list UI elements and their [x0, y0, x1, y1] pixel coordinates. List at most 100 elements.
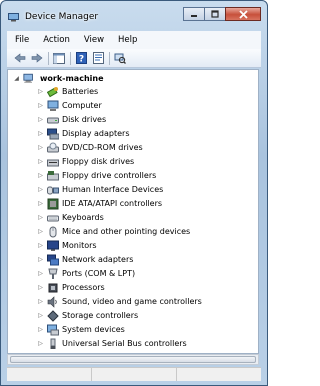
- close-icon: [238, 9, 248, 19]
- tree-expander[interactable]: ▷: [36, 337, 45, 350]
- tree-expander[interactable]: ▷: [36, 211, 45, 224]
- tree-expander[interactable]: ▷: [36, 155, 45, 168]
- computer-icon: [47, 100, 59, 112]
- properties-icon: [92, 52, 104, 64]
- tree-item-storage-controllers[interactable]: ▷ Storage controllers: [36, 309, 138, 322]
- device-manager-window: Device Manager File Action View Help ? ◢…: [0, 0, 268, 386]
- tree-item-label: Network adapters: [62, 255, 134, 264]
- hid-icon: [47, 184, 59, 196]
- network-adapter-icon: [47, 254, 59, 266]
- horizontal-scrollbar[interactable]: [7, 354, 259, 365]
- show-hide-console-tree-button[interactable]: [52, 51, 66, 65]
- console-tree-icon: [53, 52, 65, 64]
- tree-expander[interactable]: ▷: [36, 197, 45, 210]
- menu-file[interactable]: File: [7, 31, 35, 49]
- scan-for-hardware-changes-button[interactable]: [113, 51, 127, 65]
- tree-expander[interactable]: ▷: [36, 183, 45, 196]
- tree-item-sound-video-and-game-controllers[interactable]: ▷ Sound, video and game controllers: [36, 295, 202, 308]
- tree-expander[interactable]: ▷: [36, 141, 45, 154]
- status-pane: [92, 368, 177, 381]
- tree-item-label: Processors: [62, 283, 105, 292]
- scan-hardware-icon: [114, 53, 126, 64]
- tree-item-ide-ata-atapi-controllers[interactable]: ▷ IDE ATA/ATAPI controllers: [36, 197, 162, 210]
- tree-item-label: Monitors: [62, 241, 97, 250]
- menu-view[interactable]: View: [76, 31, 110, 49]
- tree-item-dvd-cd-rom-drives[interactable]: ▷ DVD/CD-ROM drives: [36, 141, 143, 154]
- tree-expander[interactable]: ▷: [36, 99, 45, 112]
- tree-item-label: IDE ATA/ATAPI controllers: [62, 199, 163, 208]
- monitor-icon: [47, 240, 59, 252]
- back-arrow-icon: [14, 53, 26, 63]
- forward-button[interactable]: [30, 51, 44, 65]
- minimize-button[interactable]: [183, 7, 205, 21]
- tree-item-floppy-drive-controllers[interactable]: ▷ Floppy drive controllers: [36, 169, 156, 182]
- tree-expander[interactable]: ▷: [36, 85, 45, 98]
- mouse-icon: [47, 226, 59, 238]
- tree-item-universal-serial-bus-controllers[interactable]: ▷ Universal Serial Bus controllers: [36, 337, 187, 350]
- sound-icon: [47, 295, 59, 308]
- status-pane: [7, 368, 92, 381]
- tree-item-label: Keyboards: [62, 213, 104, 222]
- toolbar-separator: [109, 51, 110, 65]
- tree-item-ports-com-lpt[interactable]: ▷ Ports (COM & LPT): [36, 267, 135, 280]
- svg-text:?: ?: [78, 55, 83, 65]
- menu-help[interactable]: Help: [110, 31, 143, 49]
- tree-item-human-interface-devices[interactable]: ▷ Human Interface Devices: [36, 183, 163, 196]
- tree-expander-expanded[interactable]: ◢: [12, 72, 21, 85]
- tree-item-processors[interactable]: ▷ Processors: [36, 281, 105, 294]
- tree-item-monitors[interactable]: ▷ Monitors: [36, 239, 97, 252]
- tree-item-label: Floppy drive controllers: [62, 171, 157, 180]
- status-pane: [177, 368, 261, 381]
- floppy-drive-icon: [47, 156, 59, 168]
- ide-controller-icon: [47, 198, 59, 210]
- device-manager-app-icon[interactable]: [8, 13, 19, 22]
- tree-expander[interactable]: ▷: [36, 253, 45, 266]
- tree-item-label: Computer: [62, 101, 102, 110]
- floppy-controller-icon: [47, 170, 59, 182]
- tree-expander[interactable]: ▷: [36, 169, 45, 182]
- tree-expander[interactable]: ▷: [36, 239, 45, 252]
- menu-action[interactable]: Action: [35, 31, 76, 49]
- properties-button[interactable]: [91, 51, 105, 65]
- title-bar[interactable]: Device Manager: [1, 1, 267, 29]
- tree-expander[interactable]: ▷: [36, 225, 45, 238]
- tree-expander[interactable]: ▷: [36, 323, 45, 336]
- tree-item-batteries[interactable]: ▷ Batteries: [36, 85, 98, 98]
- caption-buttons: [183, 7, 261, 23]
- tree-item-display-adapters[interactable]: ▷ Display adapters: [36, 127, 130, 140]
- status-bar: [7, 367, 261, 381]
- tree-expander[interactable]: ▷: [36, 267, 45, 280]
- tree-item-floppy-disk-drives[interactable]: ▷ Floppy disk drives: [36, 155, 134, 168]
- tree-item-label: Display adapters: [62, 129, 130, 138]
- tree-root-work-machine[interactable]: ◢ work-machine: [12, 72, 106, 85]
- tree-item-label: Sound, video and game controllers: [62, 297, 202, 306]
- tree-item-label: Batteries: [62, 87, 99, 96]
- forward-arrow-icon: [31, 53, 43, 63]
- maximize-button[interactable]: [204, 7, 226, 21]
- tree-item-mice-and-other-pointing-devices[interactable]: ▷ Mice and other pointing devices: [36, 225, 190, 238]
- help-button[interactable]: ?: [74, 51, 88, 65]
- tree-expander[interactable]: ▷: [36, 281, 45, 294]
- window-title: Device Manager: [25, 12, 99, 22]
- device-tree[interactable]: ◢ work-machine ▷ Batteries ▷ Computer ▷ …: [7, 69, 259, 354]
- port-icon: [47, 268, 59, 280]
- tree-item-system-devices[interactable]: ▷ System devices: [36, 323, 125, 336]
- tree-item-label: Universal Serial Bus controllers: [62, 339, 187, 348]
- tree-item-network-adapters[interactable]: ▷ Network adapters: [36, 253, 133, 266]
- tree-expander[interactable]: ▷: [36, 127, 45, 140]
- scrollbar-thumb[interactable]: [10, 356, 256, 363]
- tree-item-disk-drives[interactable]: ▷ Disk drives: [36, 113, 106, 126]
- tree-expander[interactable]: ▷: [36, 295, 45, 308]
- tree-expander[interactable]: ▷: [36, 309, 45, 322]
- tree-item-label: Ports (COM & LPT): [62, 269, 136, 278]
- close-button[interactable]: [225, 7, 261, 21]
- tree-expander[interactable]: ▷: [36, 113, 45, 126]
- toolbar-separator: [48, 51, 49, 65]
- computer-icon: [23, 73, 35, 85]
- back-button[interactable]: [13, 51, 27, 65]
- tree-item-keyboards[interactable]: ▷ Keyboards: [36, 211, 104, 224]
- tree-item-label: Floppy disk drives: [62, 157, 135, 166]
- tree-item-label: Storage controllers: [62, 311, 139, 320]
- help-icon: ?: [75, 52, 87, 65]
- tree-item-computer[interactable]: ▷ Computer: [36, 99, 102, 112]
